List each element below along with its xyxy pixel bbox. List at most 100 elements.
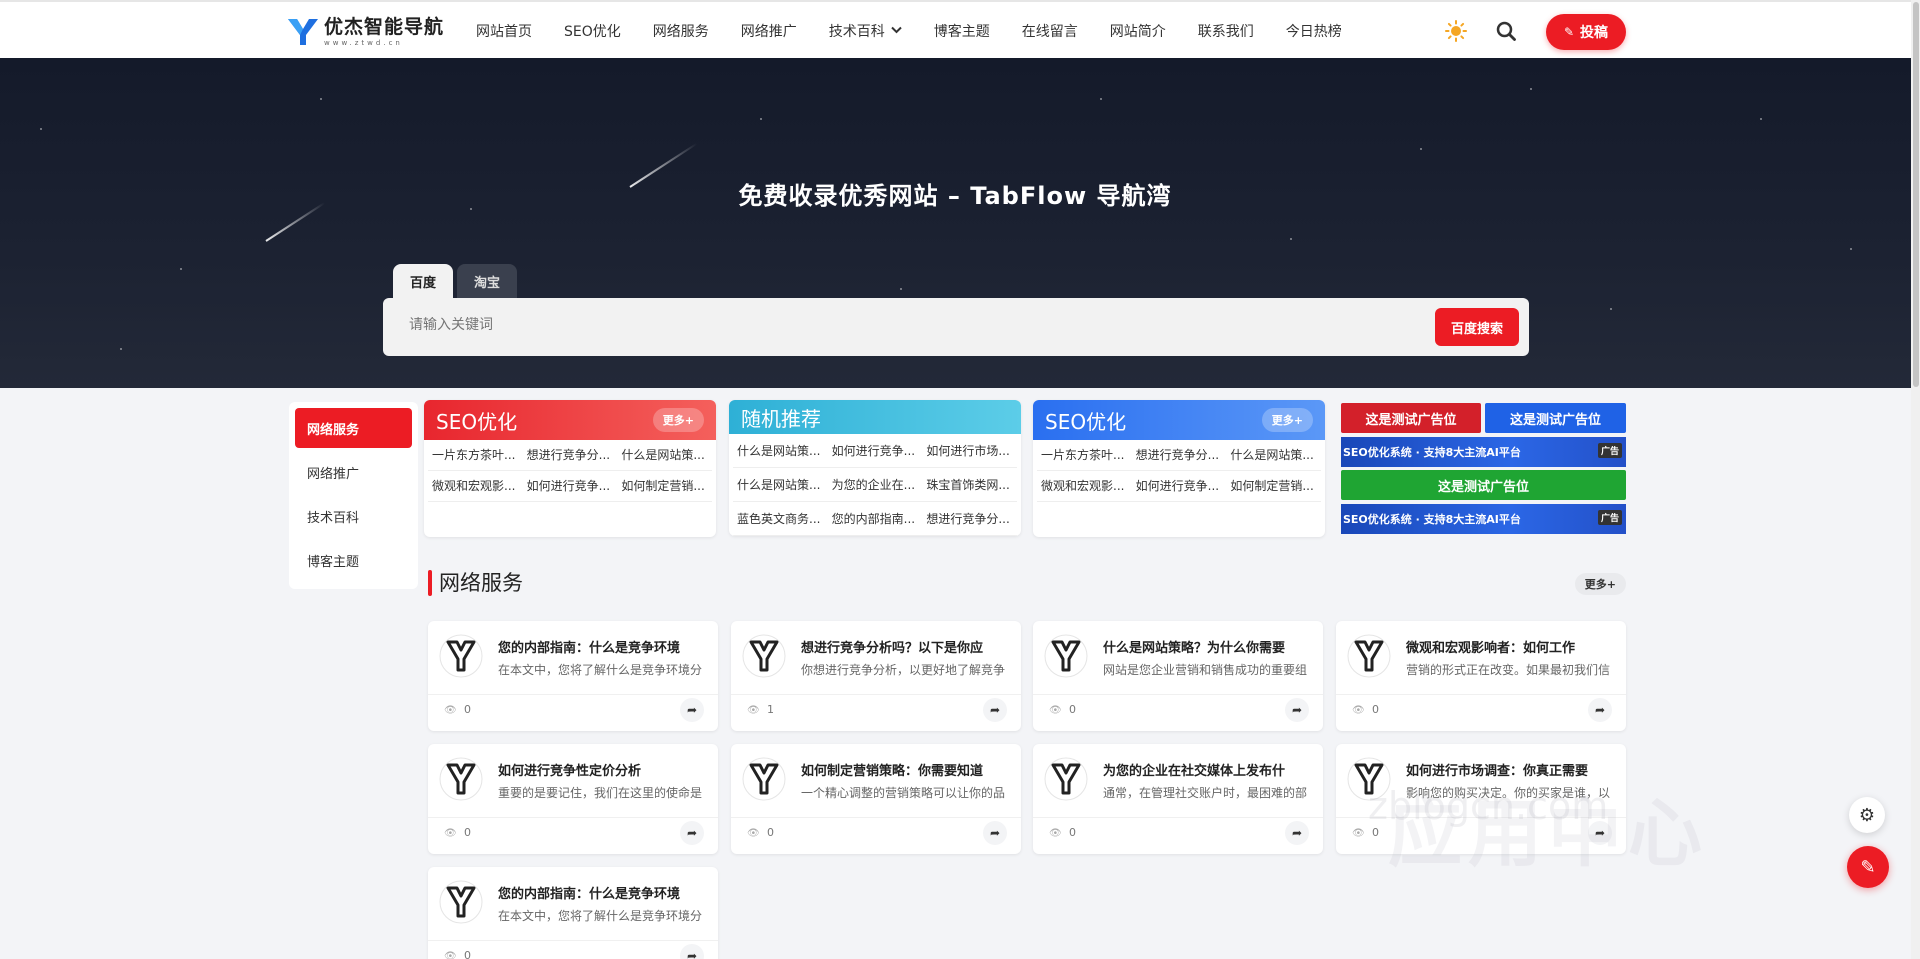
sidebar-item-network-promotion[interactable]: 网络推广 — [295, 452, 412, 492]
card-view-count: 0 — [1069, 826, 1076, 839]
panel-link[interactable]: 如何进行市场... — [922, 434, 1017, 468]
share-icon[interactable]: ➦ — [983, 821, 1007, 845]
settings-gear-icon[interactable]: ⚙ — [1849, 797, 1885, 833]
panel-link[interactable]: 想进行竞争分... — [1131, 440, 1227, 471]
more-button[interactable]: 更多+ — [1261, 408, 1313, 432]
panel-link[interactable]: 想进行竞争分... — [922, 502, 1017, 536]
share-icon[interactable]: ➦ — [1285, 821, 1309, 845]
nav-home[interactable]: 网站首页 — [460, 21, 548, 41]
card-divider — [428, 694, 718, 695]
nav-blog-theme[interactable]: 博客主题 — [918, 21, 1006, 41]
tab-taobao[interactable]: 淘宝 — [457, 264, 517, 298]
site-card[interactable]: 如何进行竞争性定价分析 重要的是要记住，我们在这里的使命是 👁 0 ➦ — [428, 744, 718, 854]
search-button[interactable]: 百度搜索 — [1435, 308, 1519, 346]
card-title[interactable]: 如何制定营销策略：你需要知道 — [801, 760, 1011, 779]
scrollbar-thumb[interactable] — [1913, 2, 1919, 387]
panel-link[interactable]: 如何进行竞争... — [522, 471, 618, 502]
site-card[interactable]: 什么是网站策略？为什么你需要 网站是您企业营销和销售成功的重要组 👁 0 ➦ — [1033, 621, 1323, 731]
card-title[interactable]: 您的内部指南：什么是竞争环境 — [498, 883, 708, 902]
site-card[interactable]: 您的内部指南：什么是竞争环境 在本文中，您将了解什么是竞争环境分 👁 0 ➦ — [428, 621, 718, 731]
sidebar-item-blog-theme[interactable]: 博客主题 — [295, 540, 412, 580]
card-description: 你想进行竞争分析，以更好地了解竞争 — [801, 663, 1006, 677]
logo-subtitle: www.ztwd.cn — [324, 38, 403, 47]
panel-link[interactable]: 如何进行竞争... — [827, 434, 923, 468]
theme-sun-icon[interactable] — [1445, 20, 1467, 42]
nav-seo[interactable]: SEO优化 — [548, 21, 637, 41]
ad-slot-green[interactable]: 这是测试广告位 — [1341, 470, 1626, 500]
card-description: 在本文中，您将了解什么是竞争环境分 — [498, 909, 703, 923]
site-card[interactable]: 想进行竞争分析吗？以下是你应 你想进行竞争分析，以更好地了解竞争 👁 1 ➦ — [731, 621, 1021, 731]
share-icon[interactable]: ➦ — [680, 698, 704, 722]
nav-guestbook[interactable]: 在线留言 — [1006, 21, 1094, 41]
ad-tag: 广告 — [1597, 510, 1622, 525]
ad-slot-red[interactable]: 这是测试广告位 — [1341, 403, 1481, 433]
panel-header: SEO优化 更多+ — [1033, 400, 1325, 440]
hero-banner: 免费收录优秀网站 – TabFlow 导航湾 百度 淘宝 百度搜索 — [0, 58, 1920, 388]
nav-hot-list[interactable]: 今日热榜 — [1270, 21, 1358, 41]
panel-link[interactable]: 您的内部指南... — [827, 502, 923, 536]
top-navbar: 优杰智能导航 www.ztwd.cn 网站首页 SEO优化 网络服务 网络推广 … — [0, 0, 1920, 58]
nav-contact[interactable]: 联系我们 — [1182, 21, 1270, 41]
panel-link[interactable]: 什么是网站策... — [1226, 440, 1321, 471]
panel-link[interactable]: 什么是网站策... — [617, 440, 712, 471]
panel-link[interactable]: 珠宝首饰类网... — [922, 468, 1017, 502]
share-icon[interactable]: ➦ — [983, 698, 1007, 722]
section-more-button[interactable]: 更多+ — [1574, 573, 1626, 595]
nav-tech-wiki[interactable]: 技术百科 — [813, 21, 918, 41]
more-button[interactable]: 更多+ — [652, 408, 704, 432]
sidebar-item-network-service[interactable]: 网络服务 — [295, 408, 412, 448]
search-icon[interactable] — [1496, 21, 1516, 41]
panel-link[interactable]: 如何进行竞争... — [1131, 471, 1227, 502]
sidebar-item-tech-wiki[interactable]: 技术百科 — [295, 496, 412, 536]
share-icon[interactable]: ➦ — [680, 821, 704, 845]
eye-icon: 👁 — [1352, 828, 1365, 839]
panel-link[interactable]: 什么是网站策... — [733, 434, 828, 468]
card-title[interactable]: 您的内部指南：什么是竞争环境 — [498, 637, 708, 656]
panel-seo-1: SEO优化 更多+ 一片东方茶叶... 想进行竞争分... 什么是网站策... … — [424, 400, 716, 537]
card-title[interactable]: 如何进行竞争性定价分析 — [498, 760, 708, 779]
site-card[interactable]: 如何制定营销策略：你需要知道 一个精心调整的营销策略可以让你的品 👁 0 ➦ — [731, 744, 1021, 854]
panel-link[interactable]: 一片东方茶叶... — [1037, 440, 1132, 471]
submit-button[interactable]: ✎ 投稿 — [1546, 14, 1626, 50]
hero-title: 免费收录优秀网站 – TabFlow 导航湾 — [738, 182, 1172, 210]
site-logo[interactable]: 优杰智能导航 www.ztwd.cn — [286, 16, 444, 48]
panel-link[interactable]: 蓝色英文商务... — [733, 502, 828, 536]
card-title[interactable]: 什么是网站策略？为什么你需要 — [1103, 637, 1313, 656]
site-logo-icon — [438, 756, 484, 802]
panel-link[interactable]: 为您的企业在... — [827, 468, 923, 502]
panel-title: 随机推荐 — [741, 406, 821, 431]
card-divider — [428, 817, 718, 818]
ad-slot-blue[interactable]: 这是测试广告位 — [1485, 403, 1626, 433]
panel-link[interactable]: 如何制定营销... — [617, 471, 712, 502]
panel-link[interactable]: 微观和宏观影... — [1037, 471, 1132, 502]
submit-label: 投稿 — [1580, 25, 1609, 41]
edit-fab-icon[interactable]: ✎ — [1847, 846, 1889, 888]
share-icon[interactable]: ➦ — [1588, 698, 1612, 722]
panel-link[interactable]: 微观和宏观影... — [428, 471, 523, 502]
card-title[interactable]: 为您的企业在社交媒体上发布什 — [1103, 760, 1313, 779]
ad-banner[interactable]: SEO优化系统 · 支持8大主流AI平台 广告 — [1341, 504, 1626, 534]
eye-icon: 👁 — [747, 828, 760, 839]
site-card[interactable]: 为您的企业在社交媒体上发布什 通常，在管理社交账户时，最困难的部 👁 0 ➦ — [1033, 744, 1323, 854]
ad-tag: 广告 — [1597, 443, 1622, 458]
tab-baidu[interactable]: 百度 — [393, 264, 453, 298]
panel-link[interactable]: 一片东方茶叶... — [428, 440, 523, 471]
site-card[interactable]: 您的内部指南：什么是竞争环境 在本文中，您将了解什么是竞争环境分 👁 0 ➦ — [428, 867, 718, 959]
panel-link[interactable]: 想进行竞争分... — [522, 440, 618, 471]
card-view-count: 0 — [1069, 703, 1076, 716]
share-icon[interactable]: ➦ — [680, 944, 704, 959]
panel-link[interactable]: 如何制定营销... — [1226, 471, 1321, 502]
search-input[interactable] — [409, 317, 1209, 333]
nav-network-promotion[interactable]: 网络推广 — [725, 21, 813, 41]
share-icon[interactable]: ➦ — [1285, 698, 1309, 722]
section-header: 网络服务 更多+ — [428, 568, 1626, 598]
logo-title: 优杰智能导航 — [324, 15, 445, 38]
site-card[interactable]: 微观和宏观影响者：如何工作 营销的形式正在改变。如果最初我们信 👁 0 ➦ — [1336, 621, 1626, 731]
card-title[interactable]: 微观和宏观影响者：如何工作 — [1406, 637, 1616, 656]
panel-link[interactable]: 什么是网站策... — [733, 468, 828, 502]
nav-about[interactable]: 网站简介 — [1094, 21, 1182, 41]
nav-network-service[interactable]: 网络服务 — [637, 21, 725, 41]
ad-banner[interactable]: SEO优化系统 · 支持8大主流AI平台 广告 — [1341, 437, 1626, 467]
card-title[interactable]: 想进行竞争分析吗？以下是你应 — [801, 637, 1011, 656]
panel-title: SEO优化 — [436, 409, 518, 434]
